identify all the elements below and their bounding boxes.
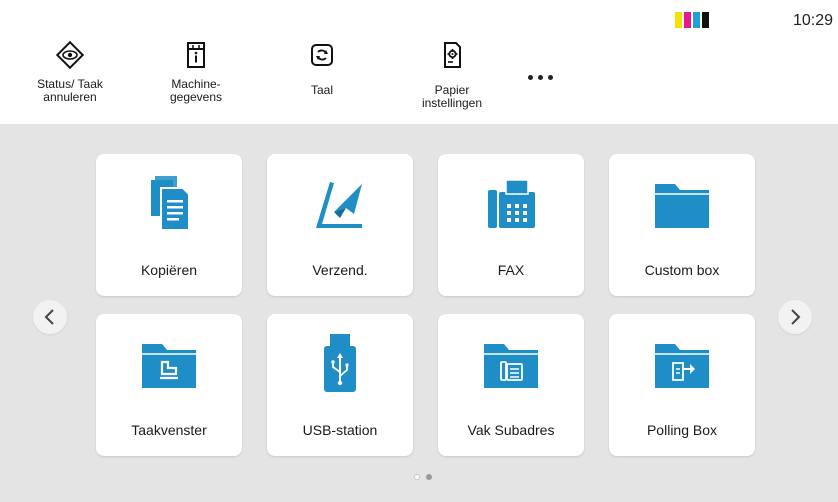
send-icon [267, 154, 413, 254]
fax-label: FAX [497, 262, 525, 278]
usb-tile[interactable]: USB-station [267, 314, 413, 456]
language-button[interactable]: Taal [274, 40, 370, 97]
copy-label: Kopiëren [140, 262, 198, 278]
polling-box-label: Polling Box [646, 422, 718, 438]
chevron-left-icon [44, 309, 54, 325]
subaddress-box-tile[interactable]: Vak Subadres [438, 314, 584, 456]
page-dot-2[interactable] [426, 474, 432, 480]
custom-box-label: Custom box [644, 262, 720, 278]
toner-cyan [693, 12, 700, 28]
next-page-button[interactable] [778, 300, 812, 334]
toner-level-indicator[interactable] [675, 12, 709, 28]
paper-settings-icon [437, 40, 467, 70]
page-dot-1[interactable] [414, 474, 420, 480]
send-tile[interactable]: Verzend. [267, 154, 413, 296]
usb-icon [267, 314, 413, 414]
language-label: Taal [310, 83, 333, 97]
usb-label: USB-station [302, 422, 378, 438]
machine-info-button[interactable]: Machine- gegevens [148, 40, 244, 104]
more-dots-icon [528, 74, 533, 80]
clock: 10:29 [793, 12, 834, 29]
more-button[interactable] [528, 70, 560, 84]
machine-info-icon [181, 40, 211, 70]
status-eye-icon [55, 40, 85, 70]
polling-box-tile[interactable]: Polling Box [609, 314, 755, 456]
custom-box-tile[interactable]: Custom box [609, 154, 755, 296]
paper-settings-label: Papier instellingen [422, 84, 482, 110]
copy-icon [96, 154, 242, 254]
status-job-cancel-label: Status/ Taak annuleren [37, 78, 103, 104]
page-indicator [414, 474, 432, 480]
job-box-label: Taakvenster [131, 422, 207, 438]
language-icon [307, 40, 337, 70]
paper-settings-button[interactable]: Papier instellingen [400, 40, 504, 110]
toner-black [702, 12, 709, 28]
folder-icon [609, 154, 755, 254]
chevron-right-icon [791, 309, 801, 325]
job-box-tile[interactable]: Taakvenster [96, 314, 242, 456]
machine-info-label: Machine- gegevens [170, 78, 222, 104]
status-job-cancel-button[interactable]: Status/ Taak annuleren [22, 40, 118, 104]
fax-tile[interactable]: FAX [438, 154, 584, 296]
top-bar: 10:29 Status/ Taak annuleren Machine- ge… [0, 0, 838, 124]
more-dots-icon [548, 74, 553, 80]
toner-yellow [675, 12, 682, 28]
subaddress-box-label: Vak Subadres [467, 422, 555, 438]
job-box-icon [96, 314, 242, 414]
subaddress-box-icon [438, 314, 584, 414]
label-line-2: gegevens [169, 90, 223, 104]
more-dots-icon [538, 74, 543, 80]
fax-icon [438, 154, 584, 254]
copy-tile[interactable]: Kopiëren [96, 154, 242, 296]
toner-magenta [684, 12, 691, 28]
polling-box-icon [609, 314, 755, 414]
label-line-2: annuleren [43, 90, 97, 104]
send-label: Verzend. [312, 262, 368, 278]
previous-page-button[interactable] [33, 300, 67, 334]
label-line-2: instellingen [421, 96, 483, 110]
